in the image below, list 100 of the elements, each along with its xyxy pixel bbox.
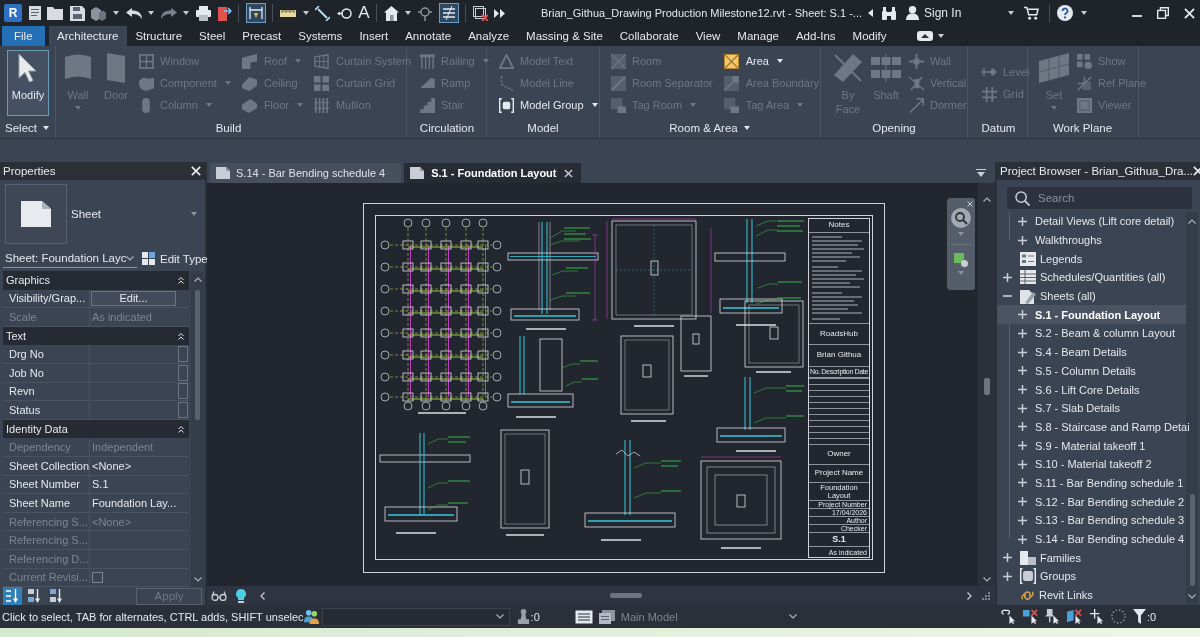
filter-icon[interactable] xyxy=(1133,609,1146,624)
value-field[interactable] xyxy=(178,346,188,363)
tree-item[interactable]: S.5 - Column Details xyxy=(997,361,1186,381)
sort-button[interactable] xyxy=(3,587,22,605)
house-icon[interactable] xyxy=(383,5,399,21)
ribbon-tab[interactable]: Manage xyxy=(728,26,788,46)
ribbon-tool[interactable]: Area xyxy=(723,50,820,72)
caret-icon[interactable] xyxy=(405,11,412,15)
tree-item[interactable]: S.12 - Bar Bending schedule 2 xyxy=(997,492,1186,511)
light-bulb-icon[interactable] xyxy=(236,588,246,603)
plus-icon[interactable] xyxy=(1018,310,1027,320)
diagonal-dimension-icon[interactable] xyxy=(315,5,331,21)
tab-list-icon[interactable] xyxy=(976,169,986,177)
plus-icon[interactable] xyxy=(1018,478,1027,488)
panel-menu-button[interactable]: Room & Area xyxy=(669,122,750,134)
caret-icon[interactable] xyxy=(302,11,309,15)
plus-icon[interactable] xyxy=(1018,497,1027,507)
stacked-sheets-icon[interactable] xyxy=(598,609,615,624)
chevron-down-icon[interactable] xyxy=(1188,594,1196,599)
tree-item[interactable]: Sheets (all) xyxy=(997,286,1186,306)
panel-menu-button[interactable]: Select xyxy=(5,122,49,134)
resize-grip-icon[interactable] xyxy=(982,591,990,600)
tree-item[interactable]: S.7 - Slab Details xyxy=(997,398,1186,418)
chevron-down-icon[interactable] xyxy=(193,577,202,582)
plus-icon[interactable] xyxy=(1018,515,1027,525)
value-field[interactable] xyxy=(178,364,188,381)
chevron-right-icon[interactable] xyxy=(967,591,972,600)
caret-icon[interactable] xyxy=(937,34,944,38)
underlay-cursor-icon[interactable] xyxy=(1023,609,1038,624)
double-chevron-icon[interactable] xyxy=(494,8,506,18)
link-cursor-icon[interactable] xyxy=(1001,609,1016,624)
scroll-thumb[interactable] xyxy=(1189,494,1195,586)
tree-item[interactable]: S.13 - Bar Bending schedule 3 xyxy=(997,511,1186,530)
thin-lines-icon[interactable] xyxy=(438,3,459,23)
tree-item[interactable]: S.14 - Bar Bending schedule 4 xyxy=(997,529,1186,549)
ribbon-tab[interactable]: File xyxy=(2,26,45,46)
plus-icon[interactable] xyxy=(1018,366,1027,376)
ribbon-tab[interactable]: Steel xyxy=(190,26,234,46)
caret-icon[interactable] xyxy=(1008,11,1015,15)
tree-item[interactable]: S.4 - Beam Details xyxy=(997,342,1186,362)
plus-icon[interactable] xyxy=(1018,328,1027,338)
ribbon-tab[interactable]: Insert xyxy=(350,26,397,46)
tree-item[interactable]: Legends xyxy=(997,249,1186,269)
chevron-up-icon[interactable] xyxy=(982,197,991,202)
sign-in-button[interactable]: Sign In xyxy=(906,6,962,20)
plus-icon[interactable] xyxy=(1018,235,1027,245)
value-field[interactable] xyxy=(178,401,188,418)
tree-item[interactable]: S.10 - Material takeoff 2 xyxy=(997,454,1186,474)
caret-icon[interactable] xyxy=(112,11,119,15)
cubes-icon[interactable] xyxy=(91,5,107,21)
face-cursor-icon[interactable] xyxy=(1067,609,1082,624)
ribbon-tab[interactable]: Massing & Site xyxy=(517,26,612,46)
close-icon[interactable] xyxy=(563,168,573,178)
plus-icon[interactable] xyxy=(1018,385,1027,395)
tree-item[interactable]: Groups xyxy=(997,567,1186,586)
panel-toggle-icon[interactable] xyxy=(916,31,933,41)
plus-icon[interactable] xyxy=(1003,272,1012,282)
tree-item[interactable]: Walkthroughs xyxy=(997,230,1186,250)
undo-icon[interactable] xyxy=(125,7,142,19)
plus-icon[interactable] xyxy=(1018,441,1027,451)
ribbon-tab[interactable]: Structure xyxy=(126,26,191,46)
tree-item[interactable]: S.2 - Beam & column Layout xyxy=(997,324,1186,343)
triangle-left-icon[interactable] xyxy=(868,9,873,17)
instance-dropdown[interactable]: Sheet: Foundation Layc xyxy=(3,249,137,268)
ribbon-tool[interactable]: Modify xyxy=(7,50,49,116)
plus-icon[interactable] xyxy=(1018,534,1027,544)
tree-item[interactable]: S.1 - Foundation Layout xyxy=(997,305,1186,325)
caret-icon[interactable] xyxy=(148,11,155,15)
ribbon-tab[interactable]: Annotate xyxy=(396,26,460,46)
plus-icon[interactable] xyxy=(1003,571,1012,581)
restore-icon[interactable] xyxy=(1157,7,1169,19)
sheet-tab[interactable]: S.14 - Bar Bending schedule 4 xyxy=(210,163,402,183)
tree-item[interactable]: Families xyxy=(997,548,1186,568)
magnifier-disc-icon[interactable] xyxy=(951,208,971,228)
move-cursor-icon[interactable] xyxy=(1089,609,1104,624)
value-field[interactable] xyxy=(178,383,188,400)
chevron-up-icon[interactable] xyxy=(193,277,202,282)
chevron-down-icon[interactable] xyxy=(982,577,991,582)
pin-cursor-icon[interactable] xyxy=(1045,609,1060,624)
plus-icon[interactable] xyxy=(1003,553,1012,563)
plus-icon[interactable] xyxy=(1018,347,1027,357)
binoculars-icon[interactable] xyxy=(882,6,896,20)
people-icon[interactable] xyxy=(303,609,319,624)
save-icon[interactable] xyxy=(69,5,85,21)
scroll-thumb[interactable] xyxy=(610,593,642,598)
ribbon-tab[interactable]: View xyxy=(687,26,729,46)
tree-item[interactable]: Schedules/Quantities (all) xyxy=(997,268,1186,287)
tag-bubble-icon[interactable] xyxy=(336,7,352,19)
ribbon-tab[interactable]: Collaborate xyxy=(611,26,688,46)
tree-item[interactable]: Detail Views (Lift core detail) xyxy=(997,212,1186,231)
plus-icon[interactable] xyxy=(1018,459,1027,469)
folder-icon[interactable] xyxy=(47,6,64,20)
sheet-tab[interactable]: S.1 - Foundation Layout xyxy=(404,163,581,183)
minus-icon[interactable] xyxy=(1003,295,1012,298)
close-icon[interactable] xyxy=(191,166,201,176)
scroll-thumb[interactable] xyxy=(195,290,200,420)
tree-item[interactable]: S.9 - Material takeoff 1 xyxy=(997,436,1186,455)
caret-icon[interactable] xyxy=(1081,11,1088,15)
zoom-region-icon[interactable] xyxy=(954,253,968,267)
ruler-icon[interactable] xyxy=(279,9,296,17)
